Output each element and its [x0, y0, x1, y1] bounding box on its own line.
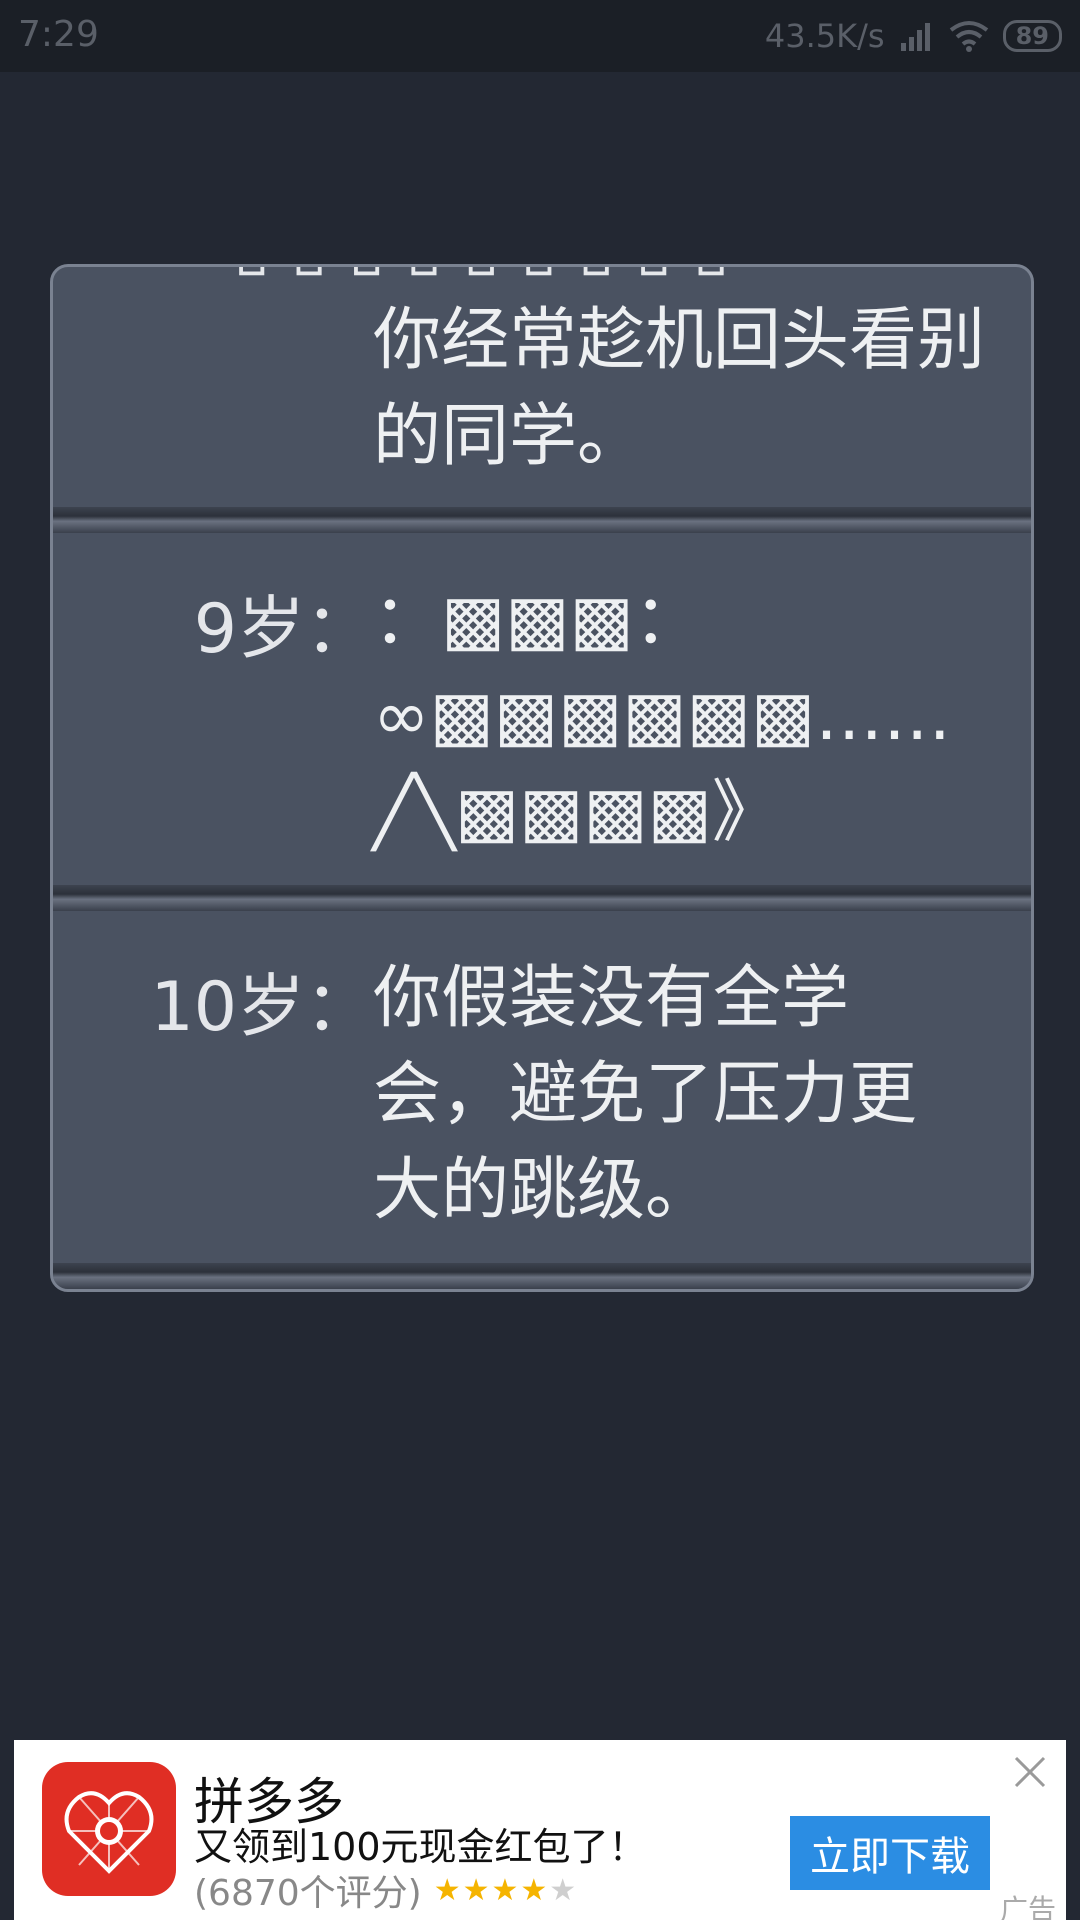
close-icon[interactable]	[1008, 1750, 1052, 1794]
row-divider	[53, 1263, 1031, 1289]
app-logo[interactable]	[42, 1762, 176, 1896]
net-speed: 43.5K/s	[764, 17, 885, 55]
rating-count: (6870个评分)	[194, 1873, 422, 1914]
event-text: ：▩▩▩： ∞▩▩▩▩▩▩…… ╱╲▩▩▩▩》	[373, 581, 952, 852]
event-row: ▯▯▯▯▯▯▯▯▯ 你经常趁机回头看别的同学。	[53, 267, 1031, 507]
status-icons: 43.5K/s 89	[765, 14, 1062, 58]
event-row: 9岁： ：▩▩▩： ∞▩▩▩▩▩▩…… ╱╲▩▩▩▩》	[53, 533, 1031, 885]
ad-label: 广告	[999, 1893, 1056, 1920]
clipped-previous-line: ▯▯▯▯▯▯▯▯▯	[233, 267, 750, 284]
battery-indicator: 89	[1002, 20, 1062, 52]
event-age: 10岁：	[150, 968, 373, 1047]
event-text: 你假装没有全学 会，避免了压力更 大的跳级。	[373, 959, 918, 1230]
event-row: 10岁： 你假装没有全学 会，避免了压力更 大的跳级。	[53, 911, 1031, 1263]
signal-icon	[900, 23, 930, 51]
event-text: 你经常趁机回头看别的同学。	[373, 301, 986, 476]
ad-description: 又领到100元现金红包了！	[194, 1825, 647, 1869]
status-time: 7:29	[18, 14, 99, 55]
status-bar: 7:29 43.5K/s 89	[0, 0, 1080, 72]
ad-banner[interactable]: 拼多多 又领到100元现金红包了！ (6870个评分) ★★★★★ 立即下载 广…	[14, 1740, 1066, 1920]
app-rating: (6870个评分) ★★★★★	[194, 1864, 578, 1916]
event-log-card[interactable]: ▯▯▯▯▯▯▯▯▯ 你经常趁机回头看别的同学。 9岁： ：▩▩▩： ∞▩▩▩▩▩…	[50, 264, 1034, 1292]
row-divider	[53, 507, 1031, 533]
event-age: 9岁：	[193, 590, 373, 669]
row-divider	[53, 885, 1031, 911]
star-rating-icon: ★★★★★	[433, 1872, 579, 1908]
pinduoduo-logo-icon	[64, 1791, 154, 1874]
download-button[interactable]: 立即下载	[790, 1816, 990, 1890]
wifi-icon	[949, 21, 988, 52]
